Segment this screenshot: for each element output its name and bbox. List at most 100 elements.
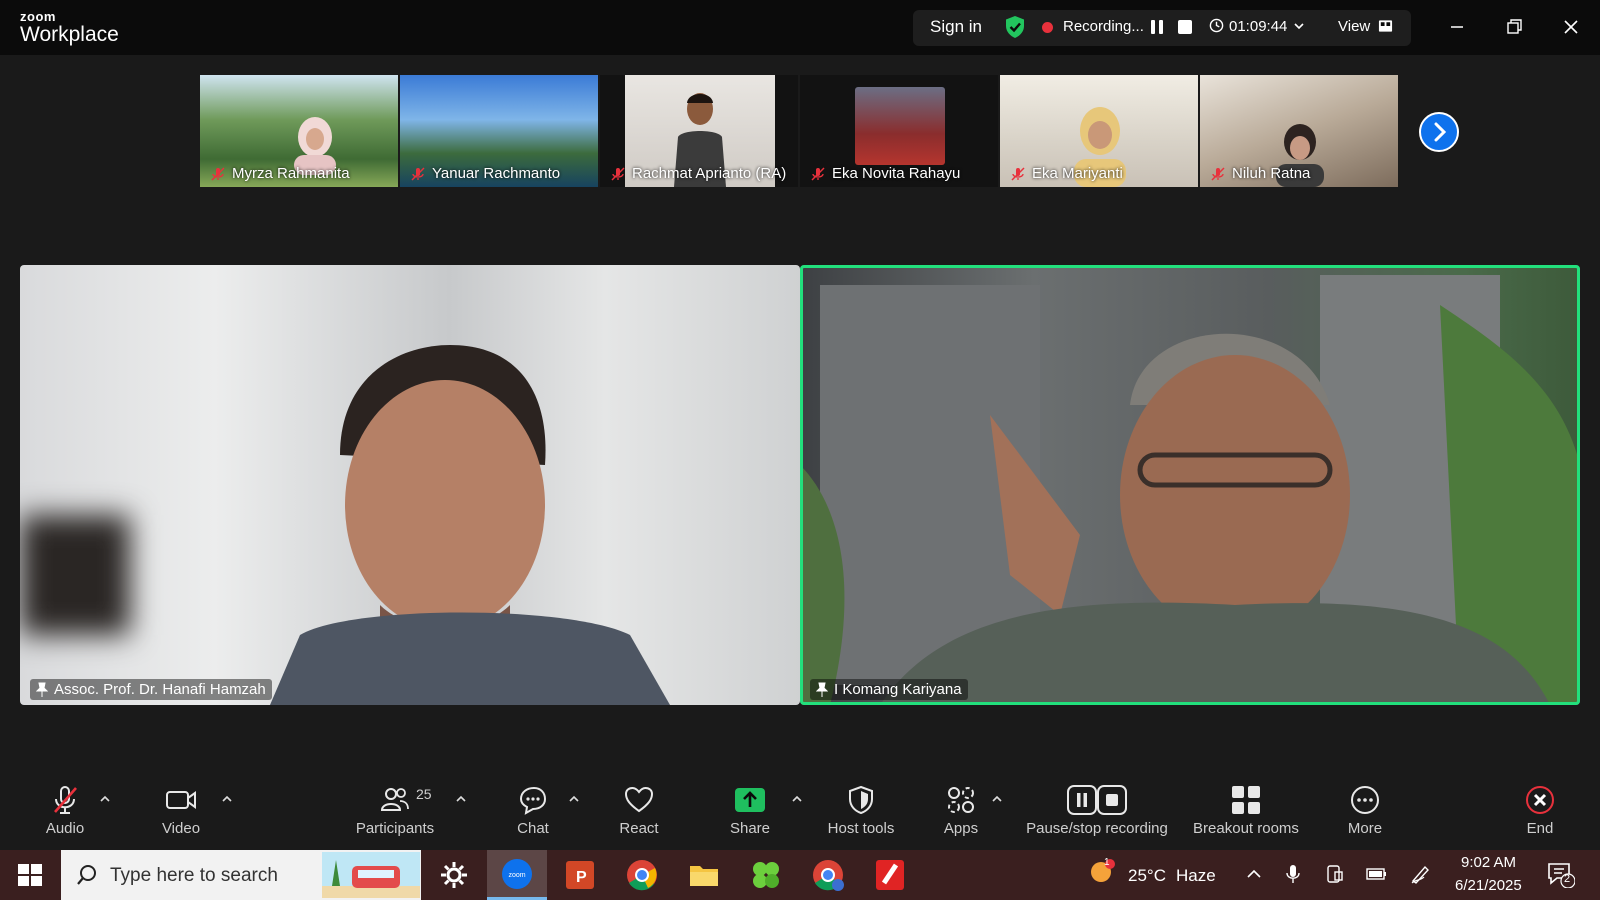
shield-icon [849, 785, 873, 815]
muted-mic-icon [611, 166, 625, 181]
taskbar-clock-time[interactable]: 9:02 AM [1461, 854, 1516, 871]
audio-label: Audio [45, 820, 85, 837]
participant-thumbnail[interactable]: Eka Novita Rahayu [800, 75, 998, 187]
minimize-icon[interactable] [1444, 14, 1470, 40]
video-camera-icon [166, 791, 196, 809]
apps-button[interactable]: Apps [936, 784, 986, 837]
video-tile-speaker-left[interactable]: Assoc. Prof. Dr. Hanafi Hamzah [20, 265, 800, 705]
recording-status: Recording... [1063, 18, 1144, 35]
participant-thumbnail[interactable]: Rachmat Aprianto (RA) [600, 75, 798, 187]
video-options-caret-icon[interactable] [221, 794, 233, 804]
pause-stop-recording-icon [1067, 785, 1127, 815]
sign-in-button[interactable]: Sign in [930, 17, 982, 37]
pen-input-icon[interactable] [1410, 864, 1432, 884]
chat-label: Chat [517, 820, 549, 837]
participant-thumbnail[interactable]: Eka Mariyanti [1000, 75, 1198, 187]
end-meeting-icon [1526, 786, 1554, 814]
participants-options-caret-icon[interactable] [455, 794, 467, 804]
zoom-meeting-window: zoom Workplace Sign in Recording... 01:0… [0, 0, 1600, 900]
share-label: Share [729, 820, 771, 837]
zoom-app-icon: zoom [502, 859, 532, 889]
more-label: More [1347, 820, 1383, 837]
share-screen-button[interactable]: Share [725, 784, 775, 837]
muted-mic-icon [211, 166, 225, 181]
brand-large: Workplace [20, 23, 119, 46]
chrome-icon[interactable] [624, 857, 660, 893]
participants-icon [380, 788, 409, 811]
taskbar-zoom-active[interactable]: zoom [487, 850, 547, 900]
participant-thumbnail[interactable]: Yanuar Rachmanto [400, 75, 598, 187]
participant-thumbnail[interactable]: Niluh Ratna [1200, 75, 1398, 187]
more-button[interactable]: More [1340, 784, 1390, 837]
view-button[interactable]: View [1338, 18, 1370, 35]
participant-name-label: Yanuar Rachmanto [410, 165, 560, 182]
pause-recording-icon[interactable] [1148, 18, 1166, 36]
audio-button[interactable]: Audio [40, 784, 90, 837]
breakout-rooms-label: Breakout rooms [1193, 820, 1299, 837]
participant-name-label: Myrza Rahmanita [210, 165, 350, 182]
red-app-icon[interactable] [872, 857, 908, 893]
participants-button[interactable]: 25 Participants [350, 784, 440, 837]
encryption-shield-icon[interactable] [1004, 15, 1026, 39]
participant-name: Assoc. Prof. Dr. Hanafi Hamzah [54, 681, 266, 698]
breakout-rooms-button[interactable]: Breakout rooms [1190, 784, 1302, 837]
microphone-tray-icon[interactable] [1286, 864, 1300, 884]
chevron-up-icon[interactable] [1246, 866, 1262, 882]
next-page-button[interactable] [1419, 112, 1459, 152]
notifications-icon[interactable] [1547, 862, 1575, 888]
end-meeting-button[interactable]: End [1515, 784, 1565, 837]
chat-button[interactable]: Chat [512, 784, 554, 837]
clover-app-icon[interactable] [748, 857, 784, 893]
react-button[interactable]: React [614, 784, 664, 837]
video-tile-active-speaker[interactable]: I Komang Kariyana [800, 265, 1580, 705]
participant-name-label: Eka Novita Rahayu [810, 165, 960, 182]
breakout-rooms-icon [1232, 786, 1260, 814]
chrome-profile-icon[interactable] [810, 857, 846, 893]
share-options-caret-icon[interactable] [791, 794, 803, 804]
windows-start-icon[interactable] [18, 864, 42, 886]
heart-icon [624, 786, 654, 813]
pin-icon [816, 682, 828, 697]
powerpoint-icon[interactable]: P [562, 857, 598, 893]
battery-icon[interactable] [1366, 866, 1388, 882]
participant-name: Eka Novita Rahayu [832, 165, 961, 182]
video-button[interactable]: Video [156, 784, 206, 837]
participant-name: Rachmat Aprianto (RA) [632, 165, 787, 182]
recording-dot-icon [1042, 22, 1053, 33]
weather-haze-icon[interactable] [1086, 858, 1116, 888]
apps-label: Apps [943, 820, 979, 837]
settings-gear-icon[interactable] [436, 857, 472, 893]
audio-options-caret-icon[interactable] [99, 794, 111, 804]
pause-stop-recording-button[interactable]: Pause/stop recording [1021, 784, 1173, 837]
weather-description: Haze [1176, 866, 1216, 885]
share-screen-icon [735, 788, 765, 812]
search-icon [77, 865, 96, 885]
clock-icon [1209, 18, 1224, 33]
participant-name-label: Niluh Ratna [1210, 165, 1310, 182]
chevron-down-icon[interactable] [1293, 20, 1305, 32]
muted-mic-icon [1211, 166, 1225, 181]
tablet-mode-icon[interactable] [1326, 864, 1344, 884]
apps-options-caret-icon[interactable] [991, 794, 1003, 804]
meeting-controls-bar: Audio Video 25 Participants Chat React S… [0, 780, 1600, 850]
host-tools-button[interactable]: Host tools [821, 784, 901, 837]
stop-recording-icon[interactable] [1176, 18, 1194, 36]
chat-options-caret-icon[interactable] [568, 794, 580, 804]
participants-count: 25 [416, 786, 432, 802]
participant-video-figure [270, 345, 670, 705]
muted-mic-icon [811, 166, 825, 181]
taskbar-clock-date[interactable]: 6/21/2025 [1455, 877, 1522, 894]
background-object [20, 515, 130, 635]
participant-video-figure [880, 333, 1550, 705]
restore-icon[interactable] [1501, 14, 1527, 40]
view-grid-icon[interactable] [1378, 18, 1393, 34]
file-explorer-icon[interactable] [686, 857, 722, 893]
apps-icon [948, 787, 974, 813]
search-placeholder: Type here to search [110, 865, 278, 886]
participant-name: I Komang Kariyana [834, 681, 962, 698]
close-icon[interactable] [1558, 14, 1584, 40]
react-label: React [619, 820, 659, 837]
zoom-workplace-logo: zoom Workplace [20, 10, 119, 45]
participant-thumbnail[interactable]: Myrza Rahmanita [200, 75, 398, 187]
weather-temperature: 25°C [1128, 866, 1166, 885]
